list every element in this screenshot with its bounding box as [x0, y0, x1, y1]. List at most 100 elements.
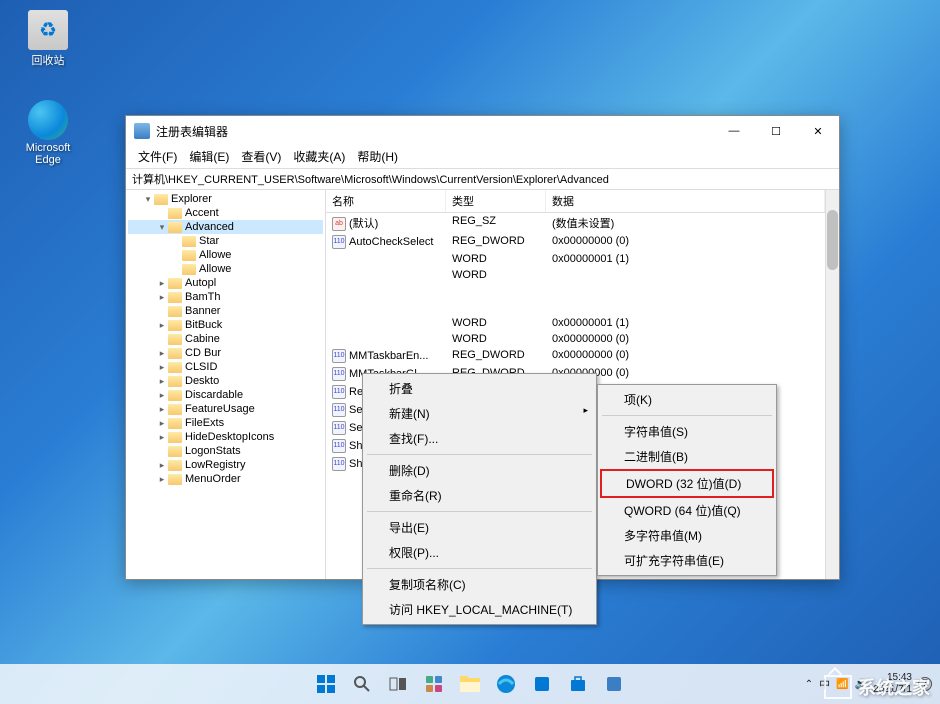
regedit-taskbar-button[interactable]	[598, 668, 630, 700]
col-type-header[interactable]: 类型	[446, 190, 546, 212]
tree-chevron-icon[interactable]: ▸	[156, 376, 168, 387]
tree-item[interactable]: ▸CD Bur	[128, 346, 323, 360]
value-data: 0x00000000 (0)	[546, 332, 825, 346]
tray-chevron-icon[interactable]: ⌃	[805, 679, 813, 690]
search-button[interactable]	[346, 668, 378, 700]
menu-file[interactable]: 文件(F)	[132, 146, 183, 168]
tree-chevron-icon[interactable]: ▸	[156, 278, 168, 289]
tree-chevron-icon[interactable]: ▸	[156, 474, 168, 485]
tray-network-icon[interactable]: 📶	[836, 679, 848, 690]
list-row[interactable]: WORD0x00000000 (0)	[326, 331, 825, 347]
tree-item[interactable]: ▸FileExts	[128, 416, 323, 430]
tray-ime-icon[interactable]: 中	[819, 676, 830, 692]
tree-item[interactable]: ▾Advanced	[128, 220, 323, 234]
ctx-new-binary[interactable]: 二进制值(B)	[600, 444, 774, 469]
tree-chevron-icon[interactable]: ▸	[156, 390, 168, 401]
tree-item[interactable]: ▸Deskto	[128, 374, 323, 388]
tree-item[interactable]: Banner	[128, 304, 323, 318]
tree-chevron-icon[interactable]: ▸	[156, 292, 168, 303]
ctx-new-dword[interactable]: DWORD (32 位)值(D)	[600, 469, 774, 498]
settings-button[interactable]	[526, 668, 558, 700]
tree-item[interactable]: ▸FeatureUsage	[128, 402, 323, 416]
ctx-new-string[interactable]: 字符串值(S)	[600, 419, 774, 444]
tree-item[interactable]: Accent	[128, 206, 323, 220]
list-row[interactable]: WORD0x00000001 (1)	[326, 251, 825, 267]
ctx-new-key[interactable]: 项(K)	[600, 387, 774, 412]
start-button[interactable]	[310, 668, 342, 700]
tree-item[interactable]: ▸MenuOrder	[128, 472, 323, 486]
tray-notification-icon[interactable]: 7	[918, 677, 932, 691]
minimize-button[interactable]: —	[713, 116, 755, 146]
tree-item[interactable]: LogonStats	[128, 444, 323, 458]
system-tray: ⌃ 中 📶 🔊 15:43 2021/7/1 7	[805, 672, 932, 696]
tree-item-label: Discardable	[185, 389, 243, 401]
menu-help[interactable]: 帮助(H)	[351, 146, 404, 168]
value-name: MMTaskbarEn...	[349, 350, 428, 362]
explorer-button[interactable]	[454, 668, 486, 700]
ctx-export[interactable]: 导出(E)	[365, 515, 594, 540]
taskbar-clock[interactable]: 15:43 2021/7/1	[873, 672, 912, 696]
edge-desktop-icon[interactable]: Microsoft Edge	[18, 100, 78, 166]
tree-item[interactable]: Cabine	[128, 332, 323, 346]
ctx-collapse[interactable]: 折叠	[365, 376, 594, 401]
tree-chevron-icon[interactable]: ▾	[142, 194, 154, 205]
tree-item-label: BamTh	[185, 291, 220, 303]
tree-item[interactable]: Allowe	[128, 248, 323, 262]
menu-view[interactable]: 查看(V)	[235, 146, 287, 168]
tree-pane[interactable]: ▾ExplorerAccent▾AdvancedStarAlloweAllowe…	[126, 190, 326, 579]
ctx-copy-key-name[interactable]: 复制项名称(C)	[365, 572, 594, 597]
close-button[interactable]: ✕	[797, 116, 839, 146]
tree-chevron-icon[interactable]: ▾	[156, 222, 168, 233]
tree-chevron-icon[interactable]: ▸	[156, 418, 168, 429]
list-row[interactable]: 110MMTaskbarEn...REG_DWORD0x00000000 (0)	[326, 347, 825, 365]
list-scrollbar[interactable]	[825, 190, 839, 579]
list-row[interactable]: WORD0x00000001 (1)	[326, 315, 825, 331]
tree-chevron-icon[interactable]: ▸	[156, 432, 168, 443]
tree-item[interactable]: ▸Autopl	[128, 276, 323, 290]
tree-chevron-icon[interactable]: ▸	[156, 320, 168, 331]
tree-item-label: LowRegistry	[185, 459, 246, 471]
ctx-delete[interactable]: 删除(D)	[365, 458, 594, 483]
menu-edit[interactable]: 编辑(E)	[183, 146, 235, 168]
tree-item[interactable]: ▸CLSID	[128, 360, 323, 374]
tree-item[interactable]: ▸ Discardable	[128, 388, 323, 402]
tree-item[interactable]: Allowe	[128, 262, 323, 276]
recycle-bin-desktop-icon[interactable]: 回收站	[18, 10, 78, 68]
tree-item[interactable]: ▸BitBuck	[128, 318, 323, 332]
ctx-rename[interactable]: 重命名(R)	[365, 483, 594, 508]
tree-item[interactable]: ▸ LowRegistry	[128, 458, 323, 472]
ctx-new-qword[interactable]: QWORD (64 位)值(Q)	[600, 498, 774, 523]
value-data: 0x00000000 (0)	[546, 234, 825, 250]
menu-favorites[interactable]: 收藏夹(A)	[287, 146, 351, 168]
ctx-permissions[interactable]: 权限(P)...	[365, 540, 594, 565]
tree-chevron-icon[interactable]: ▸	[156, 348, 168, 359]
ctx-new[interactable]: 新建(N)	[365, 401, 594, 426]
tree-chevron-icon[interactable]: ▸	[156, 460, 168, 471]
list-row[interactable]: 110AutoCheckSelectREG_DWORD0x00000000 (0…	[326, 233, 825, 251]
store-button[interactable]	[562, 668, 594, 700]
edge-taskbar-button[interactable]	[490, 668, 522, 700]
tree-chevron-icon[interactable]: ▸	[156, 362, 168, 373]
tree-item[interactable]: Star	[128, 234, 323, 248]
address-bar[interactable]: 计算机\HKEY_CURRENT_USER\Software\Microsoft…	[126, 168, 839, 190]
ctx-new-multi-string[interactable]: 多字符串值(M)	[600, 523, 774, 548]
list-row[interactable]: WORD	[326, 267, 825, 283]
tray-volume-icon[interactable]: 🔊	[855, 679, 867, 690]
tree-item-label: Explorer	[171, 193, 212, 205]
ctx-goto-hklm[interactable]: 访问 HKEY_LOCAL_MACHINE(T)	[365, 597, 594, 622]
tree-chevron-icon[interactable]: ▸	[156, 404, 168, 415]
list-row[interactable]: ab(默认)REG_SZ(数值未设置)	[326, 213, 825, 233]
titlebar[interactable]: 注册表编辑器 — ☐ ✕	[126, 116, 839, 146]
maximize-button[interactable]: ☐	[755, 116, 797, 146]
ctx-find[interactable]: 查找(F)...	[365, 426, 594, 451]
tree-item[interactable]: ▾ Explorer	[128, 192, 323, 206]
ctx-new-expand-string[interactable]: 可扩充字符串值(E)	[600, 548, 774, 573]
taskview-button[interactable]	[382, 668, 414, 700]
folder-icon	[168, 446, 182, 457]
widgets-button[interactable]	[418, 668, 450, 700]
tree-item[interactable]: ▸HideDesktopIcons	[128, 430, 323, 444]
tree-item[interactable]: ▸ BamTh	[128, 290, 323, 304]
col-name-header[interactable]: 名称	[326, 190, 446, 212]
value-type: WORD	[446, 316, 546, 330]
col-data-header[interactable]: 数据	[546, 190, 825, 212]
